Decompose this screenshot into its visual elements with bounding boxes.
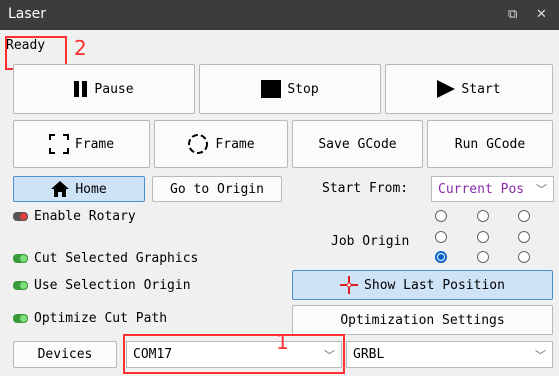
toggle-on-icon bbox=[13, 281, 28, 290]
window-title: Laser bbox=[8, 6, 47, 22]
optimize-cut-path-toggle[interactable]: Optimize Cut Path bbox=[13, 311, 167, 326]
annotation-number-1: 1 bbox=[276, 330, 289, 354]
start-from-label: Start From: bbox=[322, 181, 409, 196]
run-gcode-button[interactable]: Run GCode bbox=[427, 120, 553, 168]
job-origin-radio-bottom-right[interactable] bbox=[518, 251, 530, 263]
toggle-off-icon bbox=[13, 212, 28, 221]
job-origin-radio-top-center[interactable] bbox=[477, 210, 489, 222]
frame-square-icon bbox=[48, 134, 69, 154]
cut-selected-graphics-toggle[interactable]: Cut Selected Graphics bbox=[13, 251, 198, 266]
title-bar: Laser ⧉ ✕ bbox=[0, 0, 559, 30]
job-origin-radio-top-right[interactable] bbox=[518, 210, 530, 222]
devices-button[interactable]: Devices bbox=[13, 341, 117, 368]
job-origin-radio-bottom-left[interactable] bbox=[435, 251, 447, 263]
chevron-down-icon: ﹀ bbox=[535, 348, 546, 362]
annotation-number-2: 2 bbox=[74, 36, 87, 60]
job-origin-grid bbox=[432, 208, 552, 266]
start-from-select[interactable]: Current Pos ﹀ bbox=[431, 176, 554, 202]
frame-circle-icon bbox=[188, 134, 209, 154]
pause-button[interactable]: Pause bbox=[13, 64, 195, 114]
stop-icon bbox=[261, 80, 282, 98]
pause-icon bbox=[74, 81, 88, 97]
chevron-down-icon: ﹀ bbox=[536, 183, 547, 196]
home-button[interactable]: Home bbox=[13, 176, 145, 202]
annotation-box-1 bbox=[123, 334, 345, 374]
job-origin-radio-middle-left[interactable] bbox=[435, 231, 447, 243]
job-origin-radio-top-left[interactable] bbox=[435, 210, 447, 222]
stop-button[interactable]: Stop bbox=[199, 64, 381, 114]
toggle-on-icon bbox=[13, 254, 28, 263]
frame-square-button[interactable]: Frame bbox=[13, 120, 150, 168]
enable-rotary-toggle[interactable]: Enable Rotary bbox=[13, 209, 136, 224]
toggle-on-icon bbox=[13, 314, 28, 323]
job-origin-radio-middle-right[interactable] bbox=[518, 231, 530, 243]
go-to-origin-button[interactable]: Go to Origin bbox=[152, 176, 282, 202]
frame-circle-button[interactable]: Frame bbox=[154, 120, 288, 168]
job-origin-label: Job Origin bbox=[331, 234, 410, 249]
play-icon bbox=[437, 80, 456, 98]
controller-select[interactable]: GRBL ﹀ bbox=[346, 341, 553, 368]
crosshair-icon bbox=[340, 276, 359, 294]
close-icon[interactable]: ✕ bbox=[536, 7, 547, 22]
job-origin-radio-bottom-center[interactable] bbox=[477, 251, 489, 263]
restore-icon[interactable]: ⧉ bbox=[508, 7, 517, 22]
use-selection-origin-toggle[interactable]: Use Selection Origin bbox=[13, 278, 191, 293]
show-last-position-button[interactable]: Show Last Position bbox=[292, 270, 553, 300]
home-icon bbox=[51, 181, 70, 197]
start-button[interactable]: Start bbox=[385, 64, 553, 114]
save-gcode-button[interactable]: Save GCode bbox=[292, 120, 423, 168]
optimization-settings-button[interactable]: Optimization Settings bbox=[292, 305, 553, 335]
job-origin-radio-center[interactable] bbox=[477, 231, 489, 243]
